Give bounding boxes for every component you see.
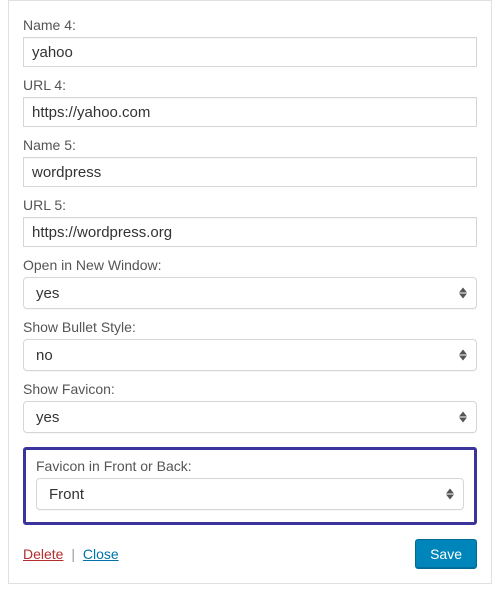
- select-favicon-position[interactable]: Front: [36, 478, 464, 510]
- label-url4: URL 4:: [23, 77, 477, 93]
- label-show-bullet: Show Bullet Style:: [23, 319, 477, 335]
- field-url4: URL 4:: [23, 77, 477, 127]
- delete-link[interactable]: Delete: [23, 546, 63, 562]
- input-url4[interactable]: [23, 97, 477, 127]
- footer-separator: |: [71, 546, 75, 562]
- input-name5[interactable]: [23, 157, 477, 187]
- footer-left: Delete | Close: [23, 546, 119, 562]
- select-wrap-favicon-position: Front: [36, 478, 464, 510]
- label-favicon-position: Favicon in Front or Back:: [36, 458, 464, 474]
- field-name4: Name 4:: [23, 17, 477, 67]
- label-name5: Name 5:: [23, 137, 477, 153]
- widget-form-panel: Name 4: URL 4: Name 5: URL 5: Open in Ne…: [8, 0, 492, 584]
- select-wrap-show-bullet: no: [23, 339, 477, 371]
- highlight-favicon-position: Favicon in Front or Back: Front: [23, 447, 477, 525]
- save-button[interactable]: Save: [415, 539, 477, 569]
- form-footer: Delete | Close Save: [23, 539, 477, 569]
- input-url5[interactable]: [23, 217, 477, 247]
- label-show-favicon: Show Favicon:: [23, 381, 477, 397]
- field-show-favicon: Show Favicon: yes: [23, 381, 477, 433]
- close-link[interactable]: Close: [83, 546, 119, 562]
- input-name4[interactable]: [23, 37, 477, 67]
- select-wrap-show-favicon: yes: [23, 401, 477, 433]
- field-url5: URL 5:: [23, 197, 477, 247]
- select-show-favicon[interactable]: yes: [23, 401, 477, 433]
- label-url5: URL 5:: [23, 197, 477, 213]
- field-favicon-position: Favicon in Front or Back: Front: [36, 458, 464, 510]
- label-name4: Name 4:: [23, 17, 477, 33]
- select-show-bullet[interactable]: no: [23, 339, 477, 371]
- label-open-new-window: Open in New Window:: [23, 257, 477, 273]
- field-show-bullet: Show Bullet Style: no: [23, 319, 477, 371]
- select-open-new-window[interactable]: yes: [23, 277, 477, 309]
- field-open-new-window: Open in New Window: yes: [23, 257, 477, 309]
- field-name5: Name 5:: [23, 137, 477, 187]
- select-wrap-open-new-window: yes: [23, 277, 477, 309]
